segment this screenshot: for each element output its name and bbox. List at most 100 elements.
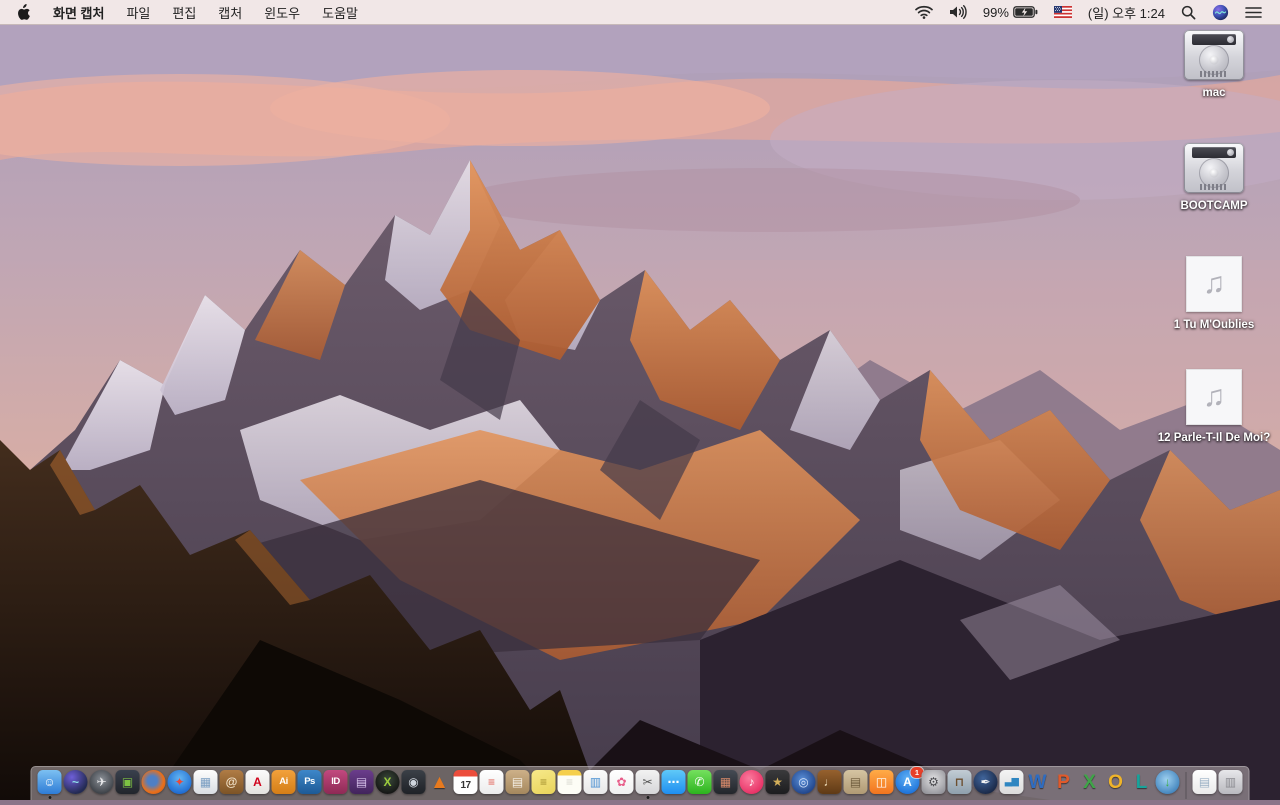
dock-grab[interactable]: ✂ (635, 770, 660, 799)
wallpaper (0, 0, 1280, 800)
running-indicator (464, 796, 467, 799)
stickies-icon: ≡ (531, 770, 556, 794)
excel-icon: X (1083, 771, 1096, 793)
vlc-icon: ▲ (430, 771, 449, 793)
dock-media-kit[interactable]: ▤ (843, 770, 868, 799)
dock-firefox[interactable] (141, 770, 166, 799)
wifi-menu-extra[interactable] (907, 0, 941, 24)
dock-messages[interactable]: ⋯ (661, 770, 686, 799)
spotlight-menu-extra[interactable] (1173, 0, 1204, 24)
dock-word[interactable]: W (1026, 770, 1050, 799)
dock-keynote[interactable]: ⊓ (947, 770, 972, 799)
siri-icon: ~ (63, 770, 88, 794)
running-indicator (906, 796, 909, 799)
itunes-icon: ♪ (739, 770, 764, 794)
media-kit-icon: ▤ (843, 770, 868, 794)
dock-archive-utility[interactable]: ▤ (505, 770, 530, 799)
running-indicator (48, 796, 51, 799)
dock-pages[interactable]: ✒ (973, 770, 998, 799)
menu-help[interactable]: 도움말 (311, 0, 369, 24)
dock-outlook[interactable]: O (1104, 770, 1128, 799)
grab-icon: ✂ (635, 770, 660, 794)
clock-menu-extra[interactable]: (일) 오후 1:24 (1080, 0, 1173, 24)
dock-launchpad[interactable]: ✈ (89, 770, 114, 799)
dock-app-store[interactable]: A1 (895, 767, 924, 799)
dock-imovie[interactable]: ★ (765, 770, 790, 799)
running-indicator (490, 796, 493, 799)
dock-preview[interactable]: ▦ (193, 770, 218, 799)
running-indicator (1114, 796, 1117, 799)
dock-powerpoint[interactable]: P (1052, 770, 1076, 799)
dock-documents-app[interactable]: ▥ (583, 770, 608, 799)
dock-acrobat-reader[interactable]: A (245, 770, 270, 799)
dock-contacts[interactable]: @ (219, 770, 244, 799)
desktop-icon-tu-moublies[interactable]: ♫ 1 Tu M'Oublies (1174, 256, 1254, 369)
desktop-icon-parle-t-il-de-moi[interactable]: ♫ 12 Parle-T-Il De Moi? (1158, 369, 1270, 482)
volume-menu-extra[interactable] (941, 0, 975, 24)
dock-excel[interactable]: X (1078, 770, 1102, 799)
dock-document-file[interactable]: ▤ (1192, 770, 1217, 799)
apple-menu[interactable] (0, 0, 42, 24)
battery-percent: 99% (982, 4, 1009, 20)
dock-photos[interactable]: ✿ (609, 770, 634, 799)
running-indicator (802, 796, 805, 799)
volume-icon (949, 5, 967, 19)
siri-menu-extra[interactable] (1204, 0, 1237, 24)
safari-icon: ✦ (167, 770, 192, 794)
notification-center-menu-extra[interactable] (1237, 0, 1270, 24)
menu-window[interactable]: 윈도우 (253, 0, 311, 24)
menu-clock: (일) 오후 1:24 (1087, 5, 1165, 21)
dock-notes[interactable]: ≡ (557, 770, 582, 799)
numbers-icon: ▃▆ (999, 770, 1024, 794)
dock-xld[interactable]: X (375, 770, 400, 799)
calendar-icon: 17 (453, 770, 478, 794)
menu-capture[interactable]: 캡처 (207, 0, 253, 24)
dock-siri[interactable]: ~ (63, 770, 88, 799)
dock-photo-booth[interactable]: ▦ (713, 770, 738, 799)
dock-idvd[interactable]: ◎ (791, 770, 816, 799)
audio-file-icon: ♫ (1185, 256, 1242, 312)
desktop-icon-bootcamp[interactable]: BOOTCAMP (1180, 143, 1248, 256)
running-indicator (74, 796, 77, 799)
dock-calendar[interactable]: 17 (453, 770, 478, 799)
indesign-icon: ID (323, 770, 348, 794)
running-indicator (1036, 796, 1039, 799)
dock-lync[interactable]: L (1130, 770, 1154, 799)
dock-toast[interactable]: ▤ (349, 770, 374, 799)
battery-menu-extra[interactable]: 99% (975, 0, 1046, 24)
dock-illustrator[interactable]: Ai (271, 770, 296, 799)
dock-ibooks[interactable]: ◫ (869, 770, 894, 799)
dock-items: ☺ ~ ✈ ▣ ✦ ▦ @ A Ai Ps ID ▤ X ◉ ▲ 17 ≡ ▤ ≡ ≡ ▥ ✿ ✂ ⋯ ✆ ▦ ♪ ★ ◎ ♩ ▤ ◫ A 1 ⚙ ⊓… (37, 767, 1243, 800)
dock-system-preferences[interactable]: ⚙ (921, 770, 946, 799)
running-indicator (360, 796, 363, 799)
trash-icon: ▥ (1218, 770, 1243, 794)
acrobat-reader-icon: A (245, 770, 270, 794)
dock-vlc[interactable]: ▲ (428, 770, 452, 799)
dock-indesign[interactable]: ID (323, 770, 348, 799)
dock-download-manager[interactable]: ↓ (1155, 770, 1180, 799)
us-flag-icon (1053, 6, 1072, 18)
dock-stickies[interactable]: ≡ (531, 770, 556, 799)
menu-file[interactable]: 파일 (115, 0, 161, 24)
dock-facetime[interactable]: ✆ (687, 770, 712, 799)
desktop-icon-mac[interactable]: mac (1184, 30, 1244, 143)
keynote-icon: ⊓ (947, 770, 972, 794)
menu-edit[interactable]: 편집 (161, 0, 207, 24)
running-indicator (178, 796, 181, 799)
dock-mission-control[interactable]: ▣ (115, 770, 140, 799)
wallpaper-art (0, 0, 1280, 800)
dock-photoshop[interactable]: Ps (297, 770, 322, 799)
dock-trash[interactable]: ▥ (1218, 770, 1243, 799)
running-indicator (308, 796, 311, 799)
menu-app-name[interactable]: 화면 캡처 (42, 0, 115, 24)
dock-disk-tool[interactable]: ◉ (401, 770, 426, 799)
dock-reminders[interactable]: ≡ (479, 770, 504, 799)
dock-numbers[interactable]: ▃▆ (999, 770, 1024, 799)
dock-finder[interactable]: ☺ (37, 770, 62, 799)
input-source-menu-extra[interactable] (1046, 0, 1080, 24)
dock-garageband[interactable]: ♩ (817, 770, 842, 799)
running-indicator (516, 796, 519, 799)
running-indicator (1088, 796, 1091, 799)
dock-itunes[interactable]: ♪ (739, 770, 764, 799)
dock-safari[interactable]: ✦ (167, 770, 192, 799)
